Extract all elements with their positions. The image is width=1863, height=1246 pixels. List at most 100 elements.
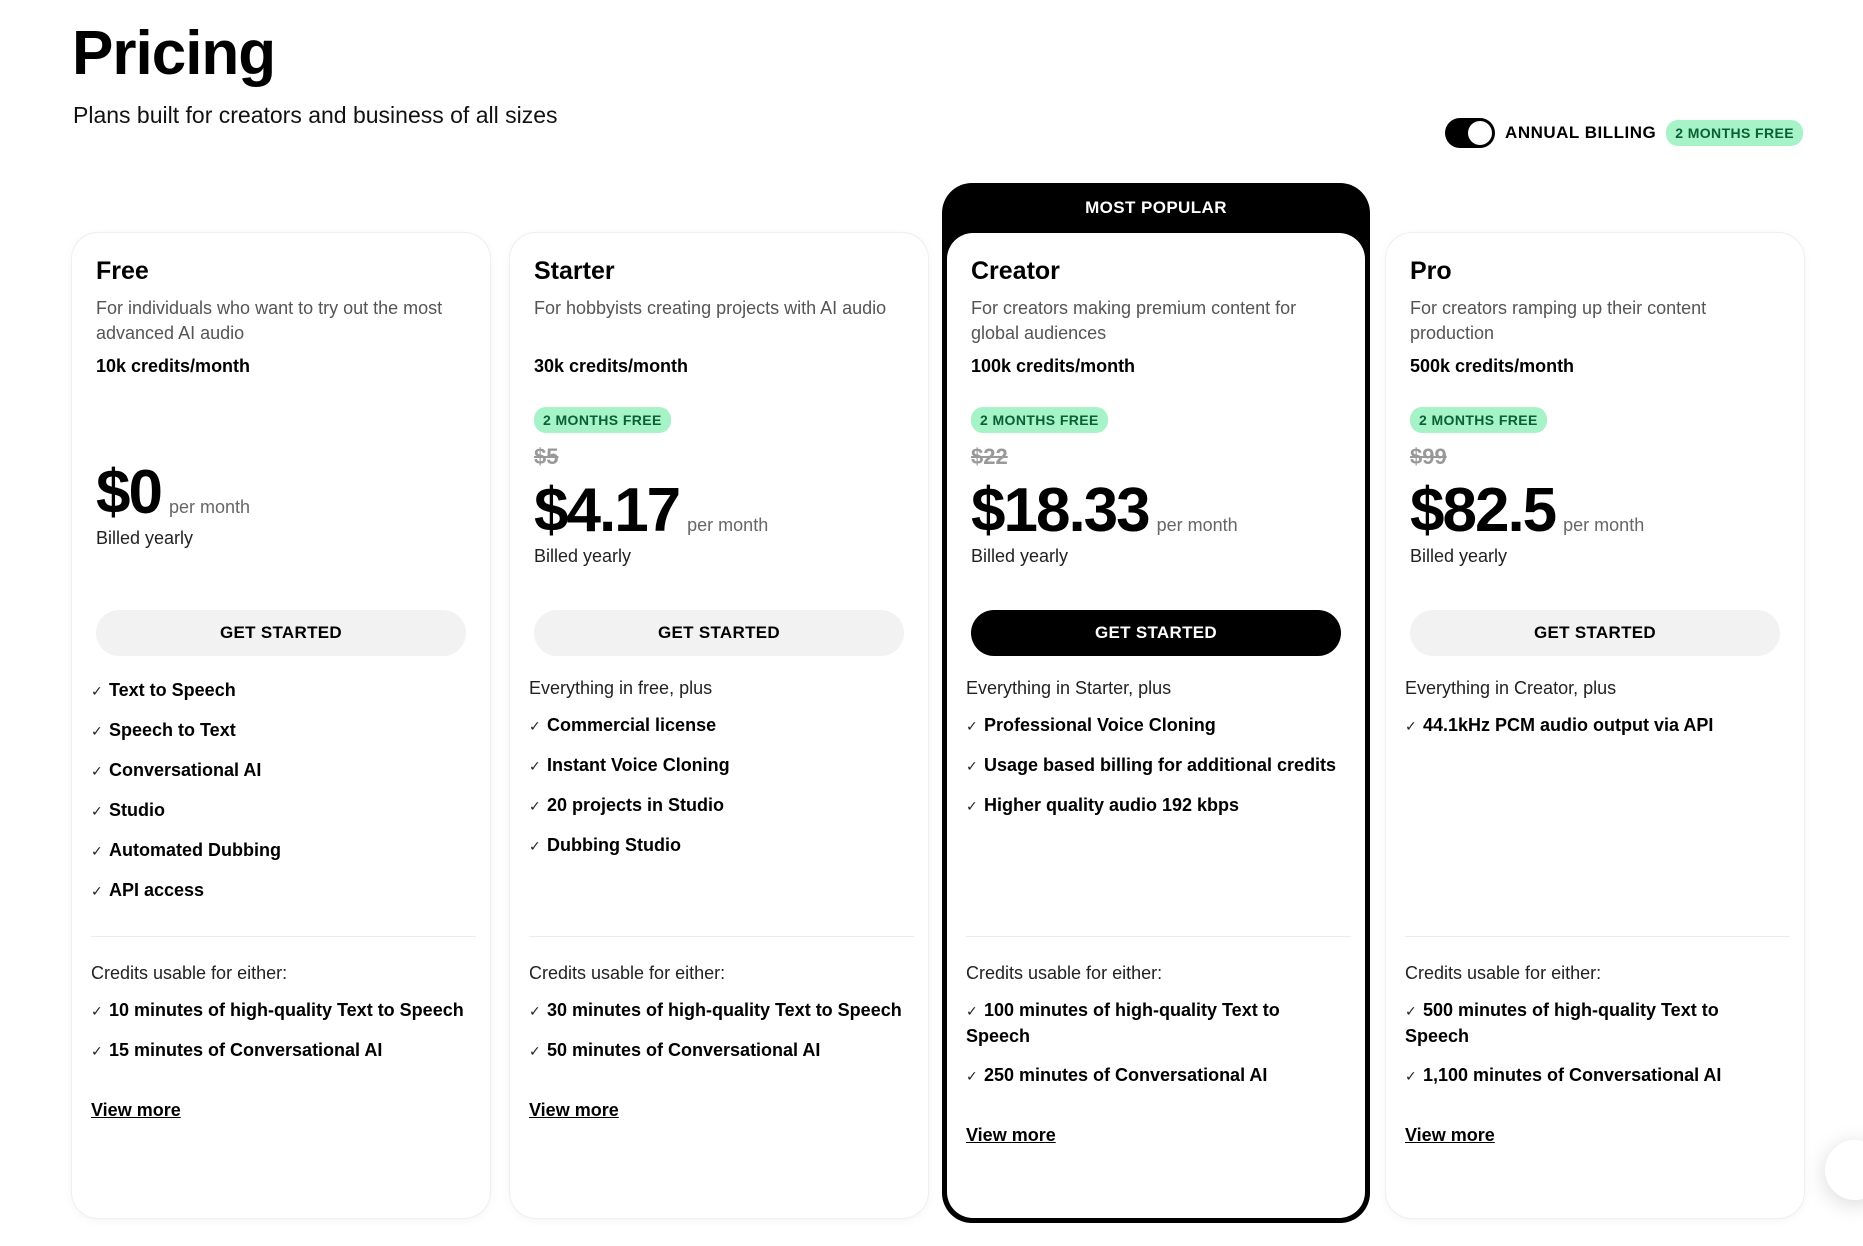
annual-billing-label: ANNUAL BILLING [1505,123,1657,142]
plan-credits: 500k credits/month [1410,356,1575,376]
months-free-badge: 2 MONTHS FREE [971,407,1108,433]
check-icon: ✓ [91,883,103,899]
credit-item: ✓ 50 minutes of Conversational AI [529,1038,904,1064]
billing-note: Billed yearly [534,546,632,566]
view-more-link[interactable]: View more [1405,1125,1495,1146]
credits-usage: Credits usable for either: ✓ 30 minutes o… [529,937,904,1121]
feature-item: ✓ Dubbing Studio [529,833,904,859]
plan-card-free: Free For individuals who want to try out… [72,233,490,1218]
check-icon: ✓ [91,843,103,859]
plan-name: Free [96,257,149,285]
original-price: $99 [1410,444,1447,469]
plan-description: For creators making premium content for … [971,298,1297,343]
feature-item: ✓ Studio [91,798,466,824]
credits-usage: Credits usable for either: ✓ 10 minutes o… [91,937,466,1121]
check-icon: ✓ [529,798,541,814]
plan-credits: 10k credits/month [96,356,251,376]
view-more-link[interactable]: View more [529,1100,619,1121]
original-price: $22 [971,444,1008,469]
plan-name: Starter [534,257,615,285]
check-icon: ✓ [1405,718,1417,734]
plan-credits: 30k credits/month [534,356,689,376]
billing-note: Billed yearly [971,546,1069,566]
feature-item: ✓ Automated Dubbing [91,838,466,864]
feature-item: ✓ 20 projects in Studio [529,793,904,819]
credit-item: ✓ 1,100 minutes of Conversational AI [1405,1063,1780,1089]
view-more-link[interactable]: View more [91,1100,181,1121]
check-icon: ✓ [91,683,103,699]
credits-usage: Credits usable for either: ✓ 100 minutes … [966,937,1341,1146]
check-icon: ✓ [529,1043,541,1059]
check-icon: ✓ [966,718,978,734]
feature-item: ✓ Professional Voice Cloning [966,713,1341,739]
get-started-button[interactable]: GET STARTED [96,610,466,656]
price-period: per month [1156,515,1238,535]
get-started-button[interactable]: GET STARTED [971,610,1341,656]
plan-name: Creator [971,257,1060,285]
check-icon: ✓ [91,803,103,819]
feature-item: ✓ Higher quality audio 192 kbps [966,793,1341,819]
check-icon: ✓ [966,1068,978,1084]
months-free-badge: 2 MONTHS FREE [534,407,671,433]
credit-item: ✓ 30 minutes of high-quality Text to Spee… [529,998,904,1024]
check-icon: ✓ [1405,1003,1417,1019]
features-intro: Everything in Creator, plus [1405,678,1617,698]
check-icon: ✓ [91,1043,103,1059]
months-free-badge: 2 MONTHS FREE [1666,120,1803,146]
credit-item: ✓ 500 minutes of high-quality Text to Spe… [1405,1000,1719,1046]
check-icon: ✓ [529,718,541,734]
plan-description: For creators ramping up their content pr… [1410,298,1707,343]
features-intro: Everything in Starter, plus [966,678,1172,698]
feature-item: ✓ Commercial license [529,713,904,739]
chat-widget-button[interactable] [1825,1140,1863,1200]
credits-title: Credits usable for either: [1405,963,1602,983]
check-icon: ✓ [966,758,978,774]
check-icon: ✓ [91,763,103,779]
check-icon: ✓ [529,1003,541,1019]
get-started-button[interactable]: GET STARTED [1410,610,1780,656]
toggle-knob [1468,121,1493,145]
plan-price: $82.5 [1410,476,1557,545]
plan-card-starter: Starter For hobbyists creating projects … [510,233,928,1218]
check-icon: ✓ [91,723,103,739]
credit-item: ✓ 250 minutes of Conversational AI [966,1063,1341,1089]
features-intro: Everything in free, plus [529,678,713,698]
feature-item: ✓ 44.1kHz PCM audio output via API [1405,713,1780,739]
price-period: per month [687,515,769,535]
feature-item: ✓ Instant Voice Cloning [529,753,904,779]
plan-price: $4.17 [534,476,681,545]
plan-card-pro: Pro For creators ramping up their conten… [1386,233,1804,1218]
check-icon: ✓ [966,798,978,814]
most-popular-label: MOST POPULAR [1085,198,1227,217]
feature-list: Everything in Starter, plus ✓ Professiona… [966,678,1341,936]
feature-item: ✓ Speech to Text [91,718,466,744]
feature-list: ✓ Text to Speech ✓ Speech to Text ✓ Convers… [91,678,466,936]
check-icon: ✓ [91,1003,103,1019]
view-more-link[interactable]: View more [966,1125,1056,1146]
page-subtitle: Plans built for creators and business of… [73,102,558,128]
original-price: $5 [534,444,559,469]
credits-title: Credits usable for either: [91,963,288,983]
credits-title: Credits usable for either: [966,963,1163,983]
credit-item: ✓ 15 minutes of Conversational AI [91,1038,466,1064]
feature-item: ✓ Text to Speech [91,678,466,704]
plan-credits: 100k credits/month [971,356,1136,376]
credit-item: ✓ 10 minutes of high-quality Text to Spee… [91,998,466,1024]
feature-item: ✓ Usage based billing for additional cred… [966,753,1341,779]
feature-list: Everything in free, plus ✓ Commercial lic… [529,678,904,936]
pricing-cards: Free For individuals who want to try out… [72,183,1804,1223]
check-icon: ✓ [1405,1068,1417,1084]
plan-price: $0 [96,458,163,527]
get-started-button[interactable]: GET STARTED [534,610,904,656]
annual-billing-toggle[interactable] [1445,118,1496,148]
feature-item: ✓ Conversational AI [91,758,466,784]
billing-note: Billed yearly [1410,546,1508,566]
billing-toggle-group: ANNUAL BILLING 2 MONTHS FREE [1445,118,1803,148]
billing-note: Billed yearly [96,528,194,548]
check-icon: ✓ [529,838,541,854]
check-icon: ✓ [966,1003,978,1019]
price-period: per month [168,497,251,517]
plan-name: Pro [1410,257,1452,285]
months-free-badge: 2 MONTHS FREE [1410,407,1547,433]
check-icon: ✓ [529,758,541,774]
